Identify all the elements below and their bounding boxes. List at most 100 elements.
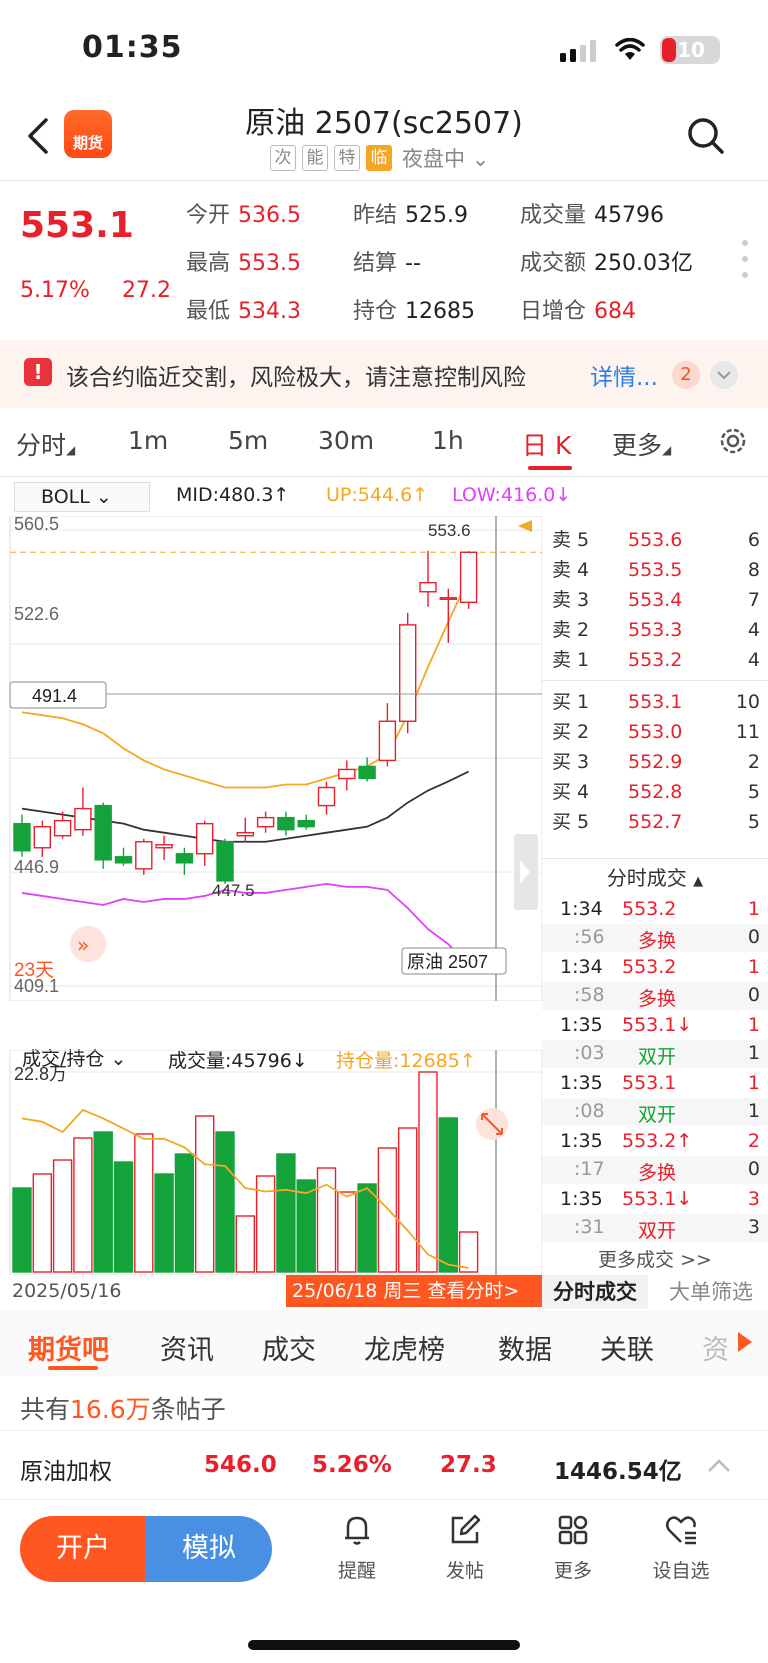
volume-bar bbox=[93, 1131, 113, 1273]
candle bbox=[378, 720, 397, 762]
order-book: 卖 5 553.6 6 卖 4 553.5 8 卖 3 553.4 7 卖 2 553.3 4 … bbox=[542, 516, 768, 856]
gear-icon[interactable] bbox=[716, 424, 750, 458]
tab-more[interactable]: 更多◢ bbox=[612, 426, 671, 462]
low-annotation: 447.5 bbox=[212, 881, 255, 900]
tab-data[interactable]: 数据 bbox=[498, 1328, 552, 1367]
boll-up: UP:544.6↑ bbox=[326, 484, 429, 506]
trades-title[interactable]: 分时成交 ▲ bbox=[542, 862, 768, 892]
nav-post[interactable]: 发帖 bbox=[420, 1512, 510, 1583]
status-time: 01:35 bbox=[82, 30, 183, 65]
trade-row: 1:35 553.2↑ 2 :17 多换 0 bbox=[542, 1128, 768, 1186]
candle bbox=[175, 853, 194, 864]
risk-count-badge: 2 bbox=[672, 361, 700, 389]
nav-more[interactable]: 更多 bbox=[528, 1512, 618, 1583]
post-count: 共有16.6万条帖子 bbox=[20, 1395, 226, 1424]
quote-settle: 结算 -- bbox=[353, 251, 421, 276]
volume-bar bbox=[134, 1133, 154, 1273]
candle bbox=[358, 765, 376, 780]
tab-1h[interactable]: 1h bbox=[432, 426, 464, 455]
candle bbox=[94, 804, 112, 861]
volume-max-label: 22.8万 bbox=[14, 1064, 67, 1084]
volume-bar bbox=[337, 1191, 357, 1273]
volume-bar bbox=[32, 1173, 52, 1273]
trade-row: 1:34 553.2 1 :58 多换 0 bbox=[542, 954, 768, 1012]
tag-1: 次 bbox=[270, 145, 296, 171]
volume-bar bbox=[174, 1153, 195, 1273]
grid-icon bbox=[558, 1515, 588, 1545]
tab-partial[interactable]: 资 bbox=[702, 1328, 728, 1367]
warning-icon: ! bbox=[24, 358, 52, 386]
volume-bar bbox=[12, 1187, 32, 1273]
trade-row: 1:35 553.1↓ 3 :31 双开 3 bbox=[542, 1186, 768, 1244]
open-account-button[interactable]: 开户 bbox=[20, 1516, 146, 1582]
trade-row: 1:34 553.2 1 :56 多换 0 bbox=[542, 896, 768, 954]
indicator-select[interactable]: BOLL ⌄ bbox=[14, 482, 150, 512]
tab-daily-k[interactable]: 日 K bbox=[522, 426, 571, 462]
wifi-icon bbox=[615, 38, 645, 60]
volume-bar bbox=[73, 1137, 93, 1273]
tab-intraday[interactable]: 分时◢ bbox=[16, 426, 75, 462]
more-vertical-icon[interactable] bbox=[740, 238, 750, 280]
chevron-down-icon[interactable] bbox=[710, 361, 738, 389]
view-intraday-badge[interactable]: 25/06/18 周三 查看分时> bbox=[286, 1275, 542, 1307]
simulate-button[interactable]: 模拟 bbox=[146, 1516, 272, 1582]
last-price: 553.1 bbox=[20, 205, 134, 246]
nav-alert[interactable]: 提醒 bbox=[312, 1512, 402, 1583]
volume-bar bbox=[276, 1153, 296, 1273]
date-start: 2025/05/16 bbox=[12, 1280, 122, 1302]
ask-row: 卖 3 553.4 7 bbox=[552, 589, 760, 611]
candle bbox=[135, 841, 153, 870]
kline-chart[interactable]: 560.5 522.6 446.9 409.1 553.6 447.5 491.… bbox=[0, 516, 542, 1001]
candle bbox=[155, 844, 173, 849]
tab-futures-forum[interactable]: 期货吧 bbox=[28, 1328, 109, 1367]
search-icon[interactable] bbox=[686, 116, 726, 156]
name-badge: 原油 2507 bbox=[407, 952, 488, 972]
volume-bar bbox=[194, 1115, 215, 1273]
tab-30m[interactable]: 30m bbox=[318, 426, 374, 455]
tab-news[interactable]: 资讯 bbox=[160, 1328, 214, 1367]
volume-bar bbox=[438, 1117, 458, 1273]
signal-icon bbox=[560, 40, 596, 62]
tab-5m[interactable]: 5m bbox=[228, 426, 268, 455]
volume-chart[interactable]: 22.8万 bbox=[0, 1050, 542, 1275]
period-tabs: 分时◢ 1m 5m 30m 1h 日 K 更多◢ bbox=[0, 412, 768, 472]
days-label: 23天 bbox=[14, 960, 54, 981]
tab-big-orders[interactable]: 大单筛选 bbox=[654, 1275, 768, 1309]
volume-bar bbox=[235, 1215, 256, 1273]
content-tab-underline bbox=[48, 1366, 98, 1370]
more-trades-link[interactable]: 更多成交 >> bbox=[542, 1245, 768, 1272]
ask-row: 卖 2 553.3 4 bbox=[552, 619, 760, 641]
weighted-percent: 5.26% bbox=[312, 1452, 392, 1478]
quote-prev-settle: 昨结 525.9 bbox=[353, 203, 468, 228]
quote-daily-oi-change: 日增仓 684 bbox=[520, 299, 637, 324]
tab-related[interactable]: 关联 bbox=[600, 1328, 654, 1367]
price-label-top: 560.5 bbox=[14, 516, 59, 534]
tab-underline bbox=[528, 466, 572, 470]
tab-1m[interactable]: 1m bbox=[128, 426, 168, 455]
quote-low: 最低 534.3 bbox=[186, 299, 301, 324]
candle bbox=[297, 819, 315, 828]
volume-bar bbox=[113, 1161, 134, 1273]
risk-details-link[interactable]: 详情... bbox=[590, 358, 658, 392]
candle bbox=[256, 816, 275, 828]
ask-row: 卖 4 553.5 8 bbox=[552, 559, 760, 581]
scroll-right-icon[interactable] bbox=[738, 1332, 752, 1352]
chevron-up-icon[interactable] bbox=[706, 1456, 732, 1476]
weighted-price: 546.0 bbox=[204, 1452, 277, 1478]
candle bbox=[419, 582, 437, 593]
boll-low: LOW:416.0↓ bbox=[452, 484, 572, 506]
tab-dragon-tiger[interactable]: 龙虎榜 bbox=[364, 1328, 445, 1367]
session-dropdown[interactable]: 夜盘中 ⌄ bbox=[402, 143, 489, 173]
candle bbox=[195, 822, 214, 855]
quote-volume: 成交量 45796 bbox=[520, 203, 665, 228]
price-label-2: 522.6 bbox=[14, 604, 59, 624]
volume-bar bbox=[316, 1167, 337, 1273]
quote-high: 最高 553.5 bbox=[186, 251, 301, 276]
tab-trades-detail[interactable]: 成交 bbox=[262, 1328, 316, 1367]
tab-trades[interactable]: 分时成交 bbox=[542, 1275, 648, 1309]
nav-add-watchlist[interactable]: 设自选 bbox=[636, 1512, 726, 1583]
back-icon[interactable] bbox=[24, 116, 54, 156]
candle bbox=[13, 822, 31, 852]
compose-icon bbox=[451, 1514, 481, 1544]
caret-up-icon: ▲ bbox=[693, 874, 704, 889]
